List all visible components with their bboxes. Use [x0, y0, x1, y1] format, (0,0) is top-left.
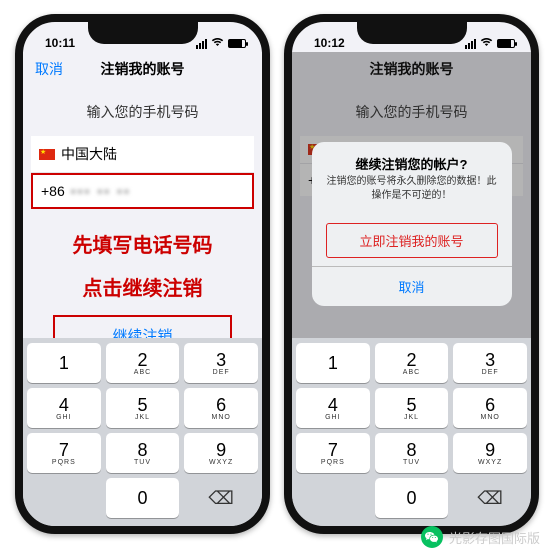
- phone-fields: 中国大陆 +86 ••• •• ••: [31, 136, 254, 209]
- keypad-blank: [27, 478, 101, 518]
- notch: [88, 22, 198, 44]
- annotation-tap-continue: 点击继续注销: [23, 272, 262, 301]
- keypad-key-8[interactable]: 8TUV: [375, 433, 449, 473]
- numeric-keypad: 12ABC3DEF 4GHI5JKL6MNO 7PQRS8TUV9WXYZ0⌫: [23, 338, 262, 526]
- notch: [357, 22, 467, 44]
- status-time: 10:11: [45, 36, 75, 50]
- country-selector[interactable]: 中国大陆: [31, 136, 254, 173]
- subtitle: 输入您的手机号码: [23, 102, 262, 122]
- keypad-blank: [296, 478, 370, 518]
- country-code: +86: [41, 183, 65, 199]
- keypad-key-6[interactable]: 6MNO: [184, 388, 258, 428]
- keypad-key-3[interactable]: 3DEF: [453, 343, 527, 383]
- keypad-key-0[interactable]: 0: [106, 478, 180, 518]
- watermark: 光影存图国际版: [421, 526, 540, 548]
- keypad-key-5[interactable]: 5JKL: [375, 388, 449, 428]
- keypad-key-3[interactable]: 3DEF: [184, 343, 258, 383]
- keypad-delete[interactable]: ⌫: [453, 478, 527, 518]
- keypad-key-1[interactable]: 1: [296, 343, 370, 383]
- phone-right: 10:12 注销我的账号 输入您的手机号码: [284, 14, 539, 534]
- keypad-key-7[interactable]: 7PQRS: [296, 433, 370, 473]
- keypad-key-4[interactable]: 4GHI: [296, 388, 370, 428]
- signal-icon: [196, 39, 207, 49]
- page-title: 注销我的账号: [101, 59, 185, 79]
- cancel-button[interactable]: 取消: [35, 59, 63, 79]
- keypad-delete[interactable]: ⌫: [184, 478, 258, 518]
- alert-cancel-button[interactable]: 取消: [312, 266, 512, 306]
- flag-icon: [39, 149, 55, 160]
- numeric-keypad: 12ABC3DEF 4GHI5JKL6MNO 7PQRS8TUV9WXYZ0⌫: [292, 338, 531, 526]
- country-label: 中国大陆: [61, 144, 117, 164]
- wifi-icon: [480, 37, 493, 50]
- keypad-key-5[interactable]: 5JKL: [106, 388, 180, 428]
- phone-input[interactable]: ••• •• ••: [71, 183, 244, 199]
- wifi-icon: [211, 37, 224, 50]
- keypad-key-9[interactable]: 9WXYZ: [184, 433, 258, 473]
- keypad-key-1[interactable]: 1: [27, 343, 101, 383]
- wechat-icon: [421, 526, 443, 548]
- battery-icon: [497, 39, 515, 48]
- keypad-key-8[interactable]: 8TUV: [106, 433, 180, 473]
- signal-icon: [465, 39, 476, 49]
- keypad-key-7[interactable]: 7PQRS: [27, 433, 101, 473]
- battery-icon: [228, 39, 246, 48]
- keypad-key-0[interactable]: 0: [375, 478, 449, 518]
- keypad-key-9[interactable]: 9WXYZ: [453, 433, 527, 473]
- annotation-fill-phone: 先填写电话号码: [23, 229, 262, 258]
- alert-message: 注销您的账号将永久删除您的数据！此操作是不可逆的！: [312, 175, 512, 215]
- nav-bar: 取消 注销我的账号: [23, 52, 262, 86]
- phone-left: 10:11 取消 注销我的账号 输入您的手机号码 中国大陆 +86 ••• ••…: [15, 14, 270, 534]
- confirm-alert: 继续注销您的帐户? 注销您的账号将永久删除您的数据！此操作是不可逆的！ 立即注销…: [312, 142, 512, 306]
- keypad-key-6[interactable]: 6MNO: [453, 388, 527, 428]
- alert-title: 继续注销您的帐户?: [312, 142, 512, 175]
- keypad-key-2[interactable]: 2ABC: [106, 343, 180, 383]
- watermark-text: 光影存图国际版: [449, 528, 540, 547]
- phone-input-row[interactable]: +86 ••• •• ••: [31, 173, 254, 209]
- alert-confirm-button[interactable]: 立即注销我的账号: [326, 223, 498, 258]
- keypad-key-2[interactable]: 2ABC: [375, 343, 449, 383]
- keypad-key-4[interactable]: 4GHI: [27, 388, 101, 428]
- status-time: 10:12: [314, 36, 345, 50]
